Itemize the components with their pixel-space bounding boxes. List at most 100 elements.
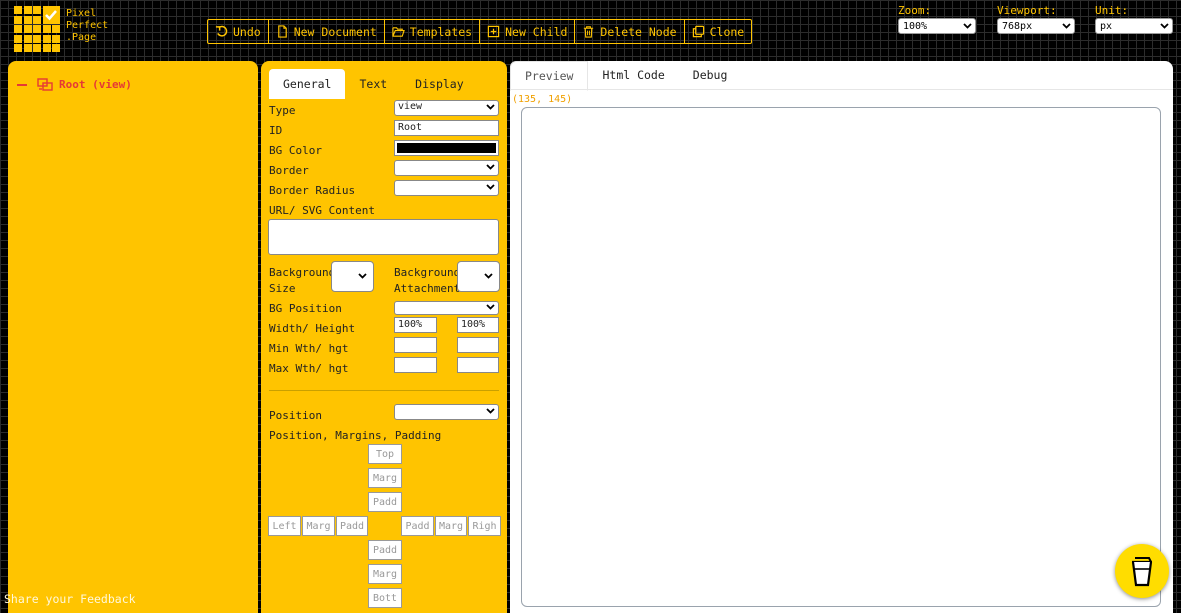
bg-position-label: BG Position	[269, 302, 342, 315]
logo-line-2: Perfect	[66, 20, 109, 31]
new-child-button[interactable]: New Child	[480, 20, 576, 43]
max-width-input[interactable]	[394, 357, 437, 373]
position-margins-padding-label: Position, Margins, Padding	[269, 429, 442, 442]
padding-top-input[interactable]: Padd	[368, 492, 402, 512]
border-select[interactable]	[394, 160, 499, 176]
tree-panel: Root (view)	[8, 61, 258, 613]
min-size-label: Min Wth/ hgt	[269, 342, 349, 355]
margin-top-input[interactable]: Marg	[368, 468, 402, 488]
bg-position-select[interactable]	[394, 301, 499, 315]
properties-tabs: General Text Display	[269, 69, 478, 99]
viewport-select[interactable]: 768px	[997, 18, 1075, 34]
logo-line-1: Pixel	[66, 8, 97, 19]
coffee-cup-icon	[1131, 557, 1153, 587]
bg-attachment-label-line-2: Attachment	[394, 282, 461, 295]
delete-node-label: Delete Node	[600, 24, 677, 39]
chevron-down-icon	[486, 408, 495, 414]
tab-display[interactable]: Display	[401, 69, 477, 99]
url-svg-textarea[interactable]	[268, 219, 499, 255]
logo-text: Pixel Perfect .Page	[66, 8, 108, 44]
padding-bottom-input[interactable]: Padd	[368, 540, 402, 560]
chevron-down-icon	[1062, 23, 1071, 29]
copy-icon	[692, 25, 704, 38]
margin-bottom-input[interactable]: Marg	[368, 564, 402, 584]
undo-icon	[215, 25, 228, 37]
type-label: Type	[269, 104, 296, 117]
padding-left-input[interactable]: Padd	[336, 516, 368, 536]
position-right-input[interactable]: Righ	[468, 516, 501, 536]
new-document-button[interactable]: New Document	[269, 20, 385, 43]
chevron-down-icon	[963, 23, 972, 29]
tab-text[interactable]: Text	[345, 69, 401, 99]
chevron-down-icon	[358, 273, 367, 279]
preview-tabs: Preview Html Code Debug	[510, 61, 1173, 91]
min-height-input[interactable]	[457, 337, 499, 353]
tab-preview[interactable]: Preview	[510, 61, 589, 91]
min-width-input[interactable]	[394, 337, 437, 353]
tab-html-code[interactable]: Html Code	[588, 61, 678, 89]
width-input[interactable]: 100%	[394, 317, 437, 333]
max-size-label: Max Wth/ hgt	[269, 362, 349, 375]
position-bottom-input[interactable]: Bott	[368, 588, 402, 608]
delete-node-button[interactable]: Delete Node	[575, 20, 685, 43]
templates-label: Templates	[409, 24, 473, 39]
bg-attachment-label: Background Attachment	[394, 265, 460, 297]
properties-panel: General Text Display Type view ID Root B…	[261, 61, 507, 613]
buy-me-a-coffee-button[interactable]	[1115, 544, 1169, 598]
type-select[interactable]: view	[394, 100, 499, 116]
margin-left-input[interactable]: Marg	[302, 516, 335, 536]
tree-node-label: Root (view)	[59, 78, 132, 91]
position-top-input[interactable]: Top	[368, 444, 402, 464]
border-radius-select[interactable]	[394, 180, 499, 196]
padding-right-input[interactable]: Padd	[401, 516, 434, 536]
height-input[interactable]: 100%	[457, 317, 499, 333]
unit-value: px	[1100, 20, 1113, 32]
url-svg-label: URL/ SVG Content	[269, 204, 375, 217]
id-input[interactable]: Root	[394, 120, 499, 136]
chevron-down-icon	[486, 104, 495, 110]
bg-size-label-line-2: Size	[269, 282, 296, 295]
bg-color-label: BG Color	[269, 144, 322, 157]
main-toolbar: Undo New Document Templates New Child De…	[207, 19, 753, 44]
clone-button[interactable]: Clone	[685, 20, 752, 43]
width-height-label: Width/ Height	[269, 322, 356, 335]
tab-general[interactable]: General	[269, 69, 346, 99]
folder-open-icon	[392, 27, 405, 37]
bg-size-label-line-1: Background	[269, 266, 336, 279]
viewport-label: Viewport:	[997, 4, 1057, 17]
chevron-down-icon	[1160, 23, 1169, 29]
max-height-input[interactable]	[457, 357, 499, 373]
position-left-input[interactable]: Left	[268, 516, 301, 536]
viewport-value: 768px	[1002, 20, 1033, 32]
share-feedback-link[interactable]: Share your Feedback	[4, 592, 136, 606]
id-label: ID	[269, 124, 283, 137]
collapse-icon[interactable]	[17, 83, 27, 86]
bg-attachment-select[interactable]	[457, 261, 500, 292]
bg-size-select[interactable]	[331, 261, 374, 292]
type-value: view	[398, 101, 423, 112]
templates-button[interactable]: Templates	[385, 20, 481, 43]
margin-right-input[interactable]: Marg	[435, 516, 467, 536]
position-select[interactable]	[394, 404, 499, 420]
chevron-down-icon	[486, 164, 495, 170]
app-logo[interactable]: Pixel Perfect .Page	[14, 6, 114, 52]
unit-select[interactable]: px	[1095, 18, 1173, 34]
undo-button[interactable]: Undo	[208, 20, 269, 43]
logo-line-3: .Page	[66, 32, 97, 43]
zoom-label: Zoom:	[898, 4, 932, 17]
position-label: Position	[269, 409, 322, 422]
bg-color-swatch	[397, 143, 496, 153]
bg-color-picker[interactable]	[394, 140, 499, 156]
zoom-select[interactable]: 100%	[898, 18, 976, 34]
tab-debug[interactable]: Debug	[679, 61, 742, 89]
unit-label: Unit:	[1095, 4, 1129, 17]
view-node-icon	[37, 78, 53, 91]
preview-canvas[interactable]	[521, 107, 1161, 607]
new-document-label: New Document	[293, 24, 377, 39]
plus-square-icon	[487, 25, 500, 38]
preview-panel: Preview Html Code Debug (135, 145)	[510, 61, 1173, 613]
tree-node-root[interactable]: Root (view)	[17, 78, 132, 91]
chevron-down-icon	[486, 304, 495, 310]
chevron-down-icon	[484, 273, 493, 279]
zoom-value: 100%	[903, 20, 928, 32]
